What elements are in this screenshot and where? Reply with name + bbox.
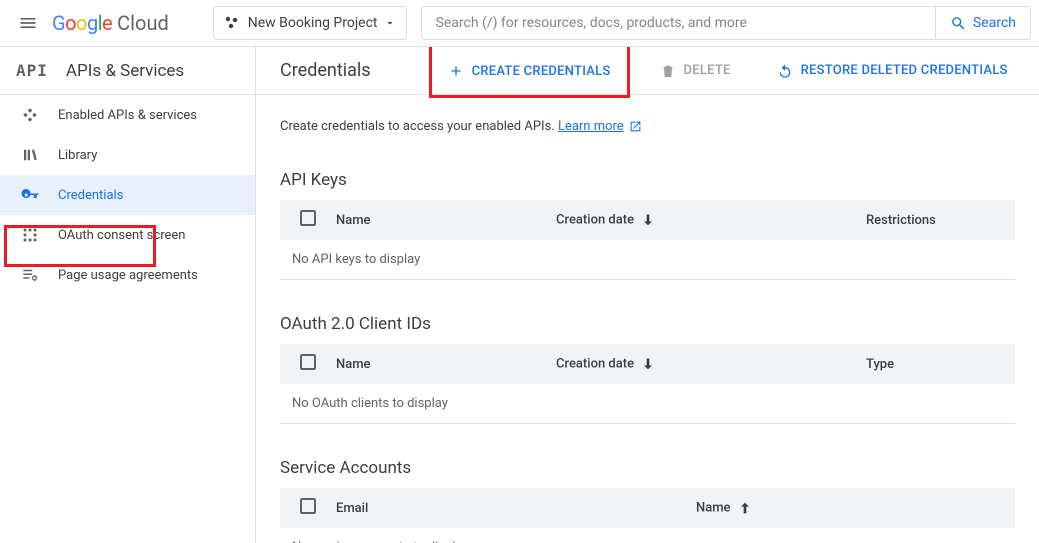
col-restrictions[interactable]: Restrictions xyxy=(866,200,1015,240)
empty-msg: No service accounts to display xyxy=(280,528,1015,543)
external-link-icon xyxy=(629,120,642,133)
nav-label: Page usage agreements xyxy=(58,268,198,283)
col-name[interactable]: Name xyxy=(336,344,556,384)
nav-enabled-apis[interactable]: Enabled APIs & services xyxy=(0,95,255,135)
search-container: Search xyxy=(421,6,1031,40)
api-icon: API xyxy=(16,61,48,80)
api-keys-table: Name Creation date Restrictions No API k… xyxy=(280,200,1015,280)
empty-msg: No API keys to display xyxy=(280,240,1015,280)
section-oauth-title: OAuth 2.0 Client IDs xyxy=(280,314,1015,334)
project-name: New Booking Project xyxy=(248,15,378,31)
nav-label: OAuth consent screen xyxy=(58,228,185,243)
sidebar-title: APIs & Services xyxy=(66,61,184,81)
nav-library[interactable]: Library xyxy=(0,135,255,175)
create-credentials-button[interactable]: Create Credentials xyxy=(429,47,630,98)
col-type[interactable]: Type xyxy=(866,344,1015,384)
dropdown-icon xyxy=(384,17,396,29)
restore-icon xyxy=(777,63,793,79)
service-accounts-table: Email Name No service accounts to displa… xyxy=(280,488,1015,543)
page-title: Credentials xyxy=(280,60,371,81)
google-cloud-logo[interactable]: Google Cloud xyxy=(52,11,169,35)
logo-cloud: Cloud xyxy=(117,11,169,35)
section-service-accounts-title: Service Accounts xyxy=(280,458,1015,478)
learn-more-link[interactable]: Learn more xyxy=(558,119,624,134)
nav-label: Credentials xyxy=(58,188,123,203)
library-icon xyxy=(20,145,40,165)
nav-credentials[interactable]: Credentials xyxy=(0,175,255,215)
create-label: Create Credentials xyxy=(472,64,611,79)
sidebar-header: API APIs & Services xyxy=(0,47,255,95)
search-icon xyxy=(950,15,967,32)
search-button[interactable]: Search xyxy=(935,7,1030,39)
nav-label: Enabled APIs & services xyxy=(58,108,197,123)
restore-deleted-button[interactable]: Restore Deleted Credentials xyxy=(763,53,1022,89)
hamburger-menu[interactable] xyxy=(8,3,48,43)
search-label: Search xyxy=(973,15,1016,31)
key-icon xyxy=(20,185,40,205)
project-selector[interactable]: New Booking Project xyxy=(213,6,407,40)
trash-icon xyxy=(660,63,676,79)
section-api-keys-title: API Keys xyxy=(280,170,1015,190)
consent-icon xyxy=(20,225,40,245)
restore-label: Restore Deleted Credentials xyxy=(801,63,1008,78)
nav-oauth-consent[interactable]: OAuth consent screen xyxy=(0,215,255,255)
oauth-clients-table: Name Creation date Type No OAuth clients… xyxy=(280,344,1015,424)
delete-label: Delete xyxy=(684,63,731,78)
arrow-down-icon xyxy=(640,356,656,372)
search-input[interactable] xyxy=(422,7,935,39)
col-creation-date[interactable]: Creation date xyxy=(556,200,866,240)
col-name[interactable]: Name xyxy=(696,488,1015,528)
page-subtext: Create credentials to access your enable… xyxy=(280,119,1015,134)
col-email[interactable]: Email xyxy=(336,488,696,528)
project-icon xyxy=(224,15,240,31)
delete-button[interactable]: Delete xyxy=(646,53,745,89)
select-all-checkbox[interactable] xyxy=(300,210,316,226)
select-all-checkbox[interactable] xyxy=(300,498,316,514)
arrow-down-icon xyxy=(640,212,656,228)
menu-icon xyxy=(18,13,38,33)
select-all-checkbox[interactable] xyxy=(300,354,316,370)
col-creation-date[interactable]: Creation date xyxy=(556,344,866,384)
logo-google: Google xyxy=(52,11,112,35)
empty-msg: No OAuth clients to display xyxy=(280,384,1015,424)
nav-page-usage[interactable]: Page usage agreements xyxy=(0,255,255,295)
settings-list-icon xyxy=(20,265,40,285)
diamond-icon xyxy=(20,105,40,125)
col-name[interactable]: Name xyxy=(336,200,556,240)
nav-label: Library xyxy=(58,148,97,163)
plus-icon xyxy=(448,63,464,79)
arrow-up-icon xyxy=(737,500,753,516)
